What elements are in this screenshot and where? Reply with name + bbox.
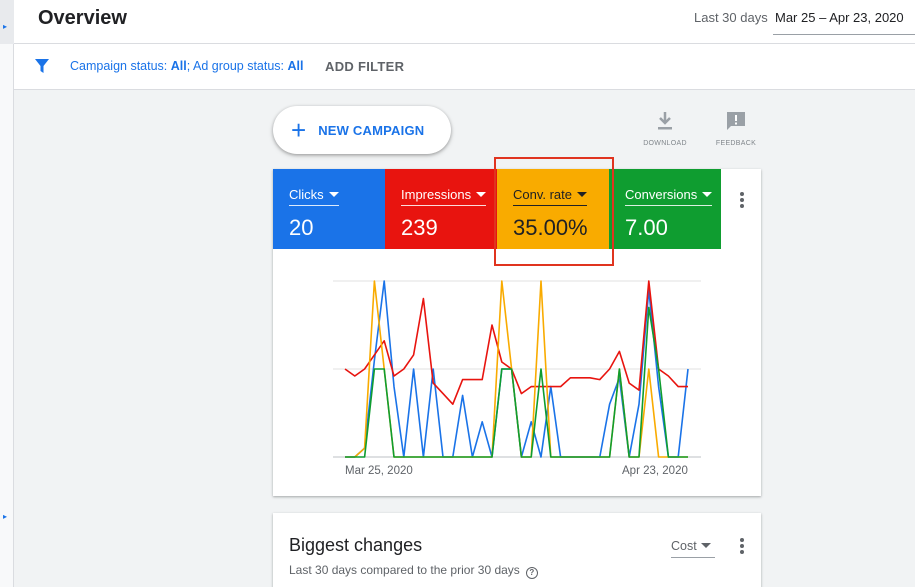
feedback-icon (727, 112, 745, 130)
date-range-underline (773, 34, 915, 35)
series-line-impressions (344, 280, 688, 405)
filter-bar: Campaign status: All; Ad group status: A… (14, 44, 915, 90)
performance-chart (333, 280, 701, 458)
biggest-changes-title: Biggest changes (289, 535, 423, 555)
metric-label: Impressions (401, 187, 472, 202)
help-icon[interactable]: ? (525, 567, 538, 579)
metric-selector[interactable]: Conversions (625, 187, 713, 206)
date-range-label: Last 30 days (694, 10, 768, 25)
caret-down-icon (702, 192, 713, 197)
metric-tile-clicks[interactable]: Clicks 20 (273, 169, 385, 249)
ad-group-status-value: All (287, 59, 304, 73)
metric-label: Clicks (289, 187, 324, 202)
metric-selector[interactable]: Impressions (401, 187, 487, 206)
ad-group-status-label: Ad group status: (193, 59, 288, 73)
top-bar: Overview Last 30 days Mar 25 – Apr 23, 2… (14, 0, 915, 44)
biggest-changes-subtitle: Last 30 days compared to the prior 30 da… (289, 563, 538, 579)
add-filter-button[interactable]: ADD FILTER (325, 59, 404, 74)
rail-marker-icon: ▸ (3, 22, 8, 31)
date-range-picker[interactable]: Mar 25 – Apr 23, 2020 (775, 10, 904, 25)
download-label: DOWNLOAD (643, 140, 687, 147)
caret-down-icon (328, 192, 339, 197)
metric-tile-conversions[interactable]: Conversions 7.00 (609, 169, 721, 249)
new-campaign-label: NEW CAMPAIGN (318, 122, 425, 138)
x-axis-end-label: Apr 23, 2020 (622, 465, 688, 477)
biggest-changes-card: Biggest changes Last 30 days compared to… (273, 513, 761, 587)
metric-value: 7.00 (625, 215, 668, 240)
plus-icon: + (291, 115, 307, 145)
campaign-status-label: Campaign status: (70, 59, 171, 73)
active-filters[interactable]: Campaign status: All; Ad group status: A… (70, 59, 304, 73)
sort-metric-value: Cost (671, 539, 697, 553)
page-title: Overview (38, 7, 127, 29)
download-button[interactable]: DOWNLOAD (640, 111, 690, 147)
metric-selector[interactable]: Clicks (289, 187, 339, 206)
sort-metric-underline (671, 557, 715, 558)
more-options-icon[interactable] (735, 538, 749, 556)
metric-value: 239 (401, 215, 438, 240)
filter-icon[interactable] (34, 58, 50, 74)
metric-value: 20 (289, 215, 314, 240)
rail-marker-icon: ▸ (3, 512, 8, 521)
metric-label: Conversions (625, 187, 698, 202)
metric-tile-impressions[interactable]: Impressions 239 (385, 169, 497, 249)
sort-metric-select[interactable]: Cost (671, 539, 711, 553)
more-options-icon[interactable] (735, 192, 749, 210)
new-campaign-button[interactable]: + NEW CAMPAIGN (273, 106, 451, 154)
download-icon (658, 112, 672, 130)
x-axis-start-label: Mar 25, 2020 (345, 465, 413, 477)
caret-down-icon (700, 543, 711, 548)
highlight-box (494, 157, 614, 266)
feedback-button[interactable]: FEEDBACK (711, 111, 761, 147)
campaign-status-value: All (170, 59, 187, 73)
biggest-changes-subtitle-text: Last 30 days compared to the prior 30 da… (289, 563, 520, 577)
caret-down-icon (476, 192, 487, 197)
left-nav-rail: ▸ ▸ (0, 0, 14, 587)
feedback-label: FEEDBACK (715, 140, 757, 147)
